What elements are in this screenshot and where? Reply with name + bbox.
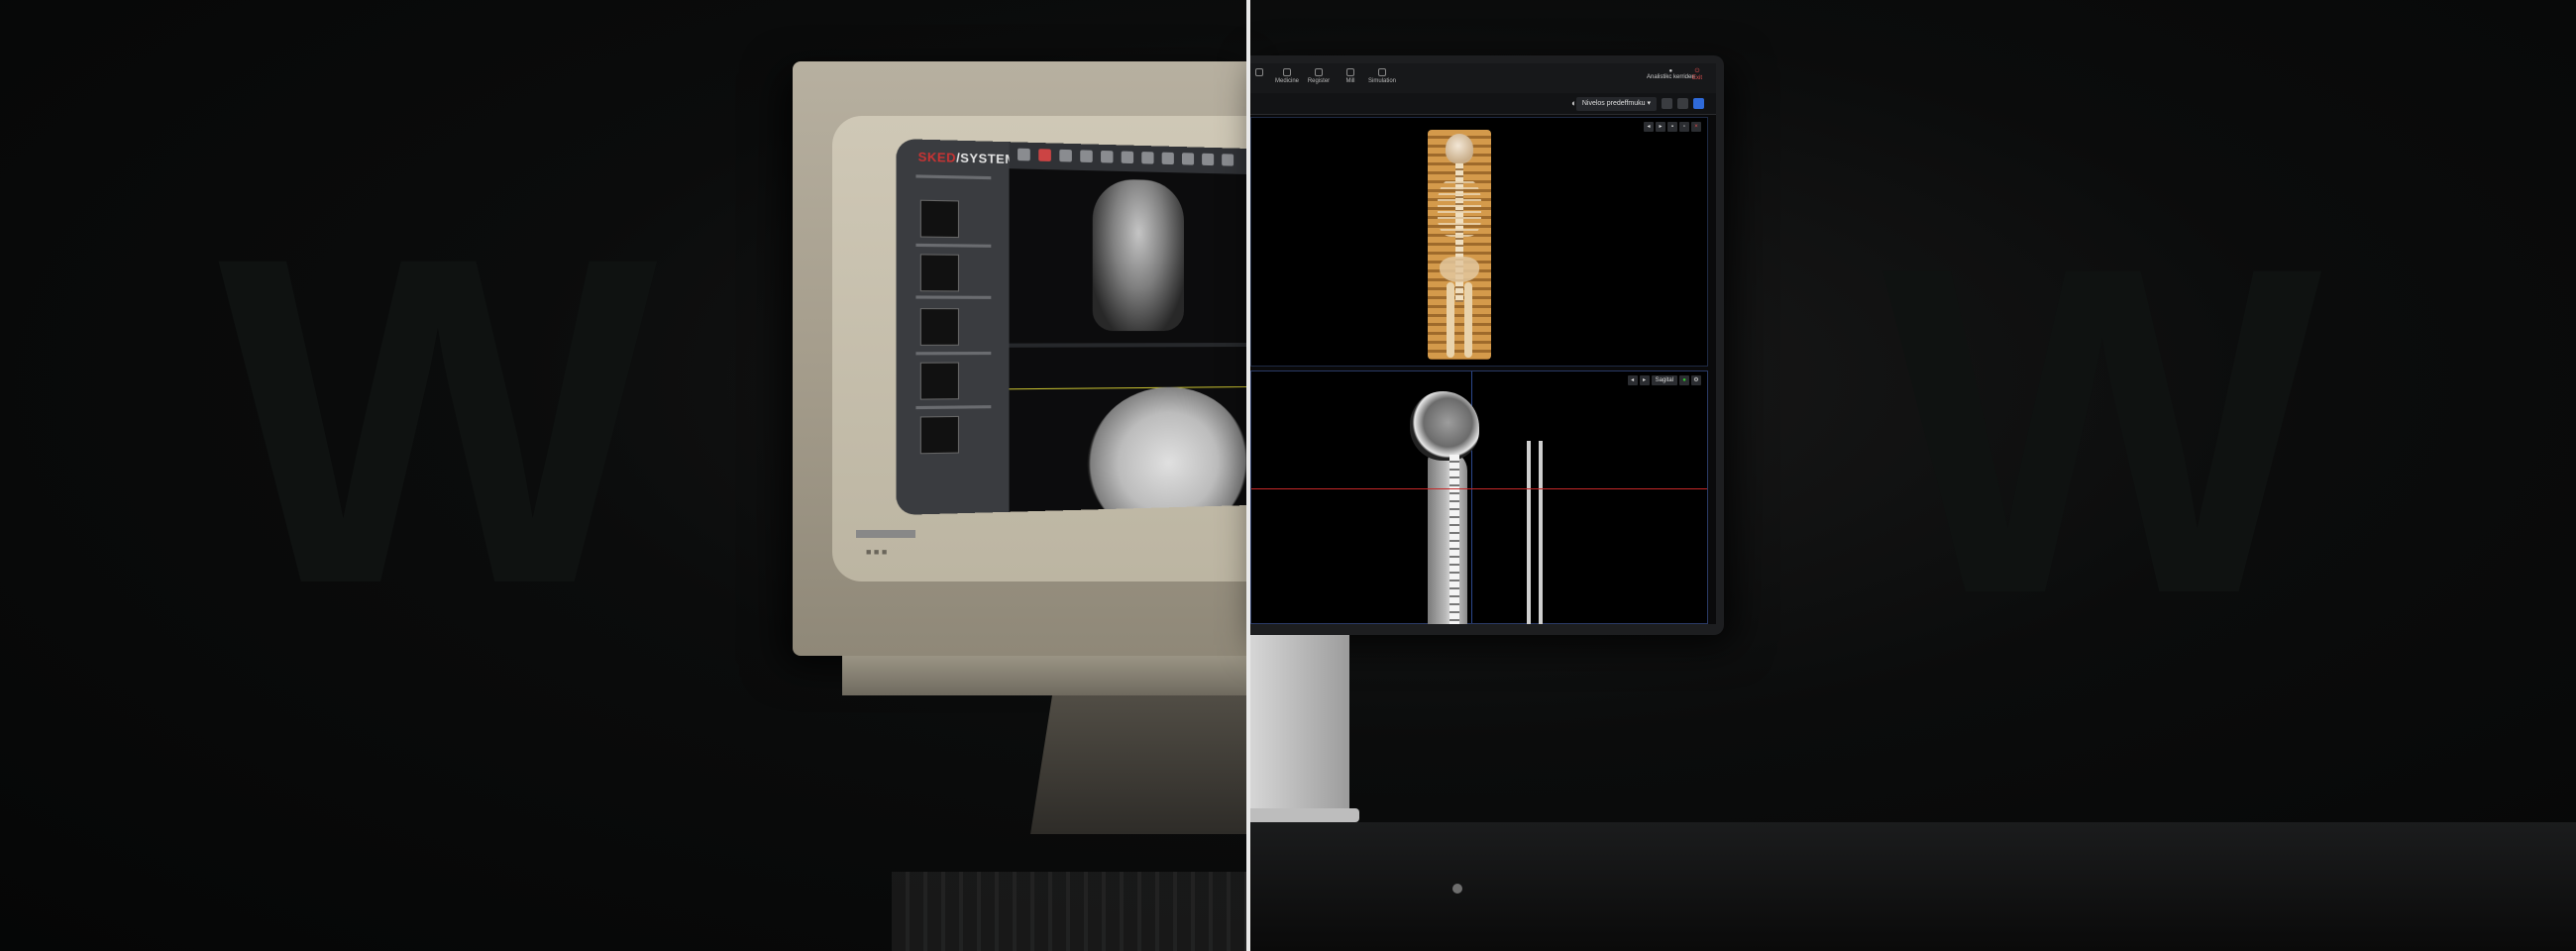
table-support-image <box>1539 441 1543 624</box>
old-tool-icon[interactable] <box>1141 152 1154 164</box>
old-series-thumbnail[interactable] <box>919 362 960 400</box>
desk-button <box>1452 884 1462 894</box>
eye-icon[interactable] <box>1677 98 1688 109</box>
ghost-letters-left: W <box>218 160 658 681</box>
old-tool-icon[interactable] <box>1222 154 1234 166</box>
old-tool-icon[interactable] <box>1121 151 1134 164</box>
tool-icon <box>1255 68 1263 76</box>
old-series-thumbnail[interactable] <box>919 199 960 239</box>
exit-button[interactable]: ⏻ Exit <box>1692 68 1702 81</box>
new-top-toolbar: Medicine Register Mill Simulation ● Anali… <box>1250 63 1716 93</box>
old-topogram-image <box>1092 178 1184 332</box>
old-series-label <box>915 351 992 356</box>
old-tool-icon[interactable] <box>1181 153 1195 165</box>
viewport-tool-icon[interactable]: ▪ <box>1667 122 1677 132</box>
toolbar-item-register[interactable]: Register <box>1302 68 1336 84</box>
tool-icon <box>1346 68 1354 76</box>
old-tool-icon[interactable] <box>1059 149 1072 162</box>
old-tool-icon[interactable] <box>1038 149 1051 161</box>
copy-icon[interactable] <box>1662 98 1672 109</box>
tool-icon <box>1315 68 1323 76</box>
old-monitor-badges: ■ ■ ■ <box>866 547 888 557</box>
viewport-toolbar: ◂ ▸ ▪ ▫ × <box>1644 122 1701 132</box>
viewport-tool-icon[interactable]: ▫ <box>1679 122 1689 132</box>
ghost-letters-right: W <box>1882 170 2322 690</box>
viewport-tool-icon[interactable]: ◂ <box>1627 375 1638 385</box>
settings-icon[interactable]: ⚙ <box>1691 375 1701 385</box>
close-icon[interactable]: × <box>1691 122 1701 132</box>
volume-rendering-viewport[interactable]: ◂ ▸ ▪ ▫ × <box>1250 117 1708 367</box>
tool-icon <box>1283 68 1291 76</box>
toolbar-item-medicine[interactable]: Medicine <box>1270 68 1304 84</box>
pelvis-render <box>1440 257 1479 282</box>
viewport-tool-icon[interactable]: ▸ <box>1656 122 1665 132</box>
old-tool-icon[interactable] <box>1080 150 1093 163</box>
old-series-label <box>915 174 992 180</box>
new-layout-bar: ◐ Nivelos predeffmuku ▾ <box>1250 93 1716 115</box>
viewport-tool-icon[interactable]: ◂ <box>1644 122 1654 132</box>
layout-select[interactable]: Nivelos predeffmuku ▾ <box>1575 97 1657 111</box>
sagittal-viewport[interactable]: ◂ ▸ Sagital ● ⚙ <box>1250 370 1708 624</box>
old-series-thumbnail[interactable] <box>919 415 960 455</box>
old-keyboard <box>892 872 1248 951</box>
leg-render <box>1447 282 1454 358</box>
old-monitor-brand-plate <box>856 530 915 538</box>
ribcage-render <box>1438 177 1481 237</box>
old-study-sidebar: SKED/SYSTEM <box>896 139 1016 515</box>
tool-icon <box>1378 68 1386 76</box>
old-tool-icon[interactable] <box>1018 148 1030 161</box>
viewport-tool-icon[interactable]: ▸ <box>1639 375 1650 385</box>
user-profile-button[interactable]: ● Analistikc kerriden <box>1647 68 1695 80</box>
sagittal-spine-image <box>1449 455 1459 624</box>
old-tool-icon[interactable] <box>1202 153 1215 166</box>
sagittal-head-image <box>1410 391 1479 461</box>
old-series-thumbnail[interactable] <box>919 308 960 346</box>
scene-background: W W ■ ■ ■ SKED/SYSTEM Medicine Register … <box>0 0 2576 951</box>
sagittal-torso-image <box>1428 451 1467 624</box>
status-dot-icon: ● <box>1679 375 1689 385</box>
old-app-logo: SKED/SYSTEM <box>917 150 1017 167</box>
old-tool-icon[interactable] <box>1101 150 1114 163</box>
toolbar-item-simulation[interactable]: Simulation <box>1365 68 1399 84</box>
new-monitor-stand-base <box>1250 808 1359 822</box>
viewport-toolbar: ◂ ▸ Sagital ● ⚙ <box>1627 375 1701 385</box>
old-computer-case <box>1030 695 1248 834</box>
crosshair-horizontal[interactable] <box>1251 488 1707 489</box>
old-series-label <box>915 295 992 299</box>
new-viewer-screen: Medicine Register Mill Simulation ● Anali… <box>1250 63 1716 624</box>
old-series-thumbnail[interactable] <box>919 254 960 292</box>
new-monitor-stand <box>1250 635 1349 823</box>
table-support-image <box>1527 441 1531 624</box>
old-series-label <box>915 405 992 410</box>
chevron-down-icon: ▾ <box>1647 100 1651 107</box>
skull-render <box>1446 134 1473 163</box>
desk-surface <box>1250 822 2576 951</box>
orientation-label[interactable]: Sagital <box>1651 375 1677 385</box>
comparison-divider[interactable] <box>1246 0 1250 951</box>
old-viewer-screen: SKED/SYSTEM <box>896 139 1248 515</box>
toolbar-item-mill[interactable]: Mill <box>1334 68 1367 84</box>
grid-layout-icon[interactable] <box>1693 98 1704 109</box>
old-monitor-base <box>842 656 1248 695</box>
power-icon: ⏻ <box>1694 68 1700 74</box>
old-tool-icon[interactable] <box>1161 152 1174 165</box>
old-series-label <box>915 243 992 248</box>
leg-render <box>1464 282 1472 358</box>
